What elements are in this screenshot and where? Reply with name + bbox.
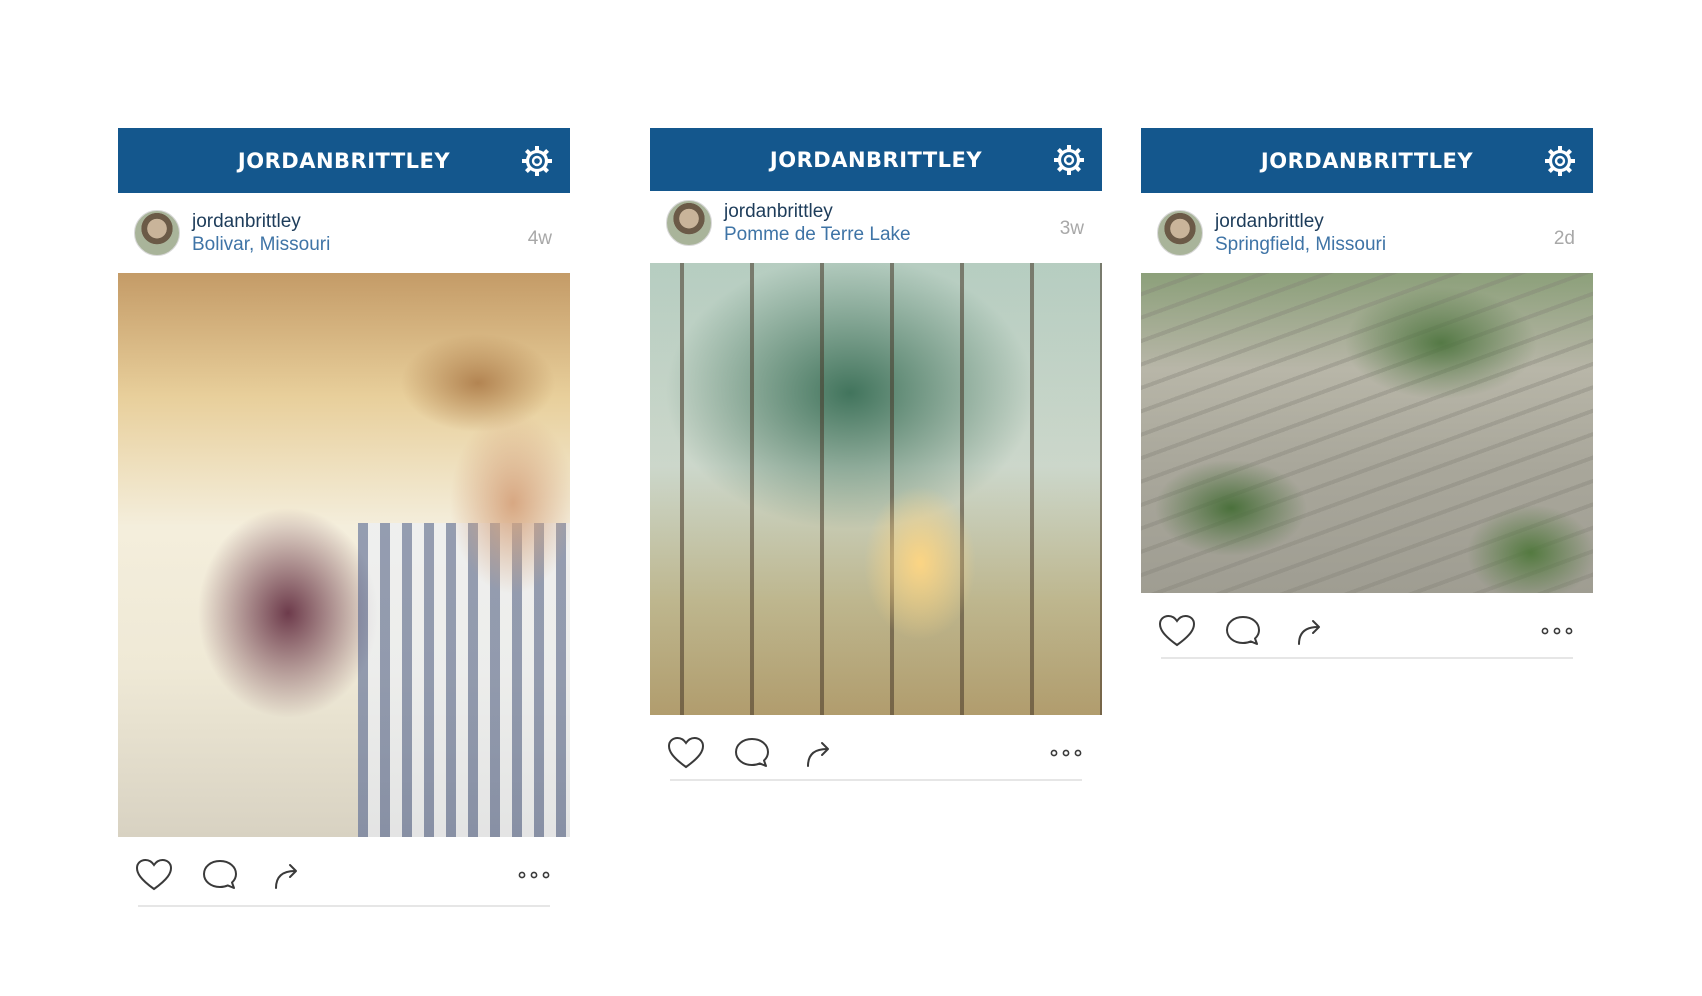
share-arrow-icon[interactable] — [1289, 613, 1329, 649]
divider — [138, 905, 550, 907]
comment-bubble-icon[interactable] — [732, 735, 772, 771]
profile-header-bar: JORDANBRITTLEY — [650, 128, 1102, 191]
avatar[interactable] — [134, 210, 180, 256]
post-timestamp: 2d — [1553, 228, 1575, 249]
post-username[interactable]: jordanbrittley — [1215, 211, 1324, 233]
post-header: jordanbrittley Pomme de Terre Lake 3w — [650, 191, 1102, 263]
more-dots-icon[interactable] — [514, 857, 554, 893]
post-timestamp: 4w — [527, 228, 552, 249]
heart-icon[interactable] — [1157, 613, 1197, 649]
gear-icon[interactable] — [1052, 143, 1086, 177]
heart-icon[interactable] — [666, 735, 706, 771]
post-actions — [118, 837, 570, 907]
gear-icon[interactable] — [1543, 144, 1577, 178]
divider — [670, 779, 1082, 781]
post-card: JORDANBRITTLEY jordanbrittley Bolivar, M… — [118, 128, 570, 907]
post-location[interactable]: Bolivar, Missouri — [192, 234, 330, 256]
more-dots-icon[interactable] — [1537, 613, 1577, 649]
post-username[interactable]: jordanbrittley — [724, 201, 833, 223]
share-arrow-icon[interactable] — [266, 857, 306, 893]
profile-header-bar: JORDANBRITTLEY — [118, 128, 570, 193]
post-actions — [1141, 593, 1593, 659]
post-location[interactable]: Pomme de Terre Lake — [724, 224, 911, 246]
comment-bubble-icon[interactable] — [1223, 613, 1263, 649]
profile-title: JORDANBRITTLEY — [769, 147, 983, 172]
post-card: JORDANBRITTLEY jordanbrittley Springfiel… — [1141, 128, 1593, 659]
post-photo[interactable] — [650, 263, 1102, 715]
divider — [1161, 657, 1573, 659]
heart-icon[interactable] — [134, 857, 174, 893]
post-timestamp: 3w — [1059, 218, 1084, 239]
post-location[interactable]: Springfield, Missouri — [1215, 234, 1386, 256]
post-header: jordanbrittley Bolivar, Missouri 4w — [118, 193, 570, 273]
more-dots-icon[interactable] — [1046, 735, 1086, 771]
post-actions — [650, 715, 1102, 781]
post-card: JORDANBRITTLEY jordanbrittley Pomme de T… — [650, 128, 1102, 781]
comment-bubble-icon[interactable] — [200, 857, 240, 893]
post-header: jordanbrittley Springfield, Missouri 2d — [1141, 193, 1593, 273]
post-photo[interactable] — [1141, 273, 1593, 593]
share-arrow-icon[interactable] — [798, 735, 838, 771]
profile-header-bar: JORDANBRITTLEY — [1141, 128, 1593, 193]
post-username[interactable]: jordanbrittley — [192, 211, 301, 233]
profile-title: JORDANBRITTLEY — [1260, 148, 1474, 173]
post-photo[interactable] — [118, 273, 570, 837]
gear-icon[interactable] — [520, 144, 554, 178]
profile-title: JORDANBRITTLEY — [237, 148, 451, 173]
avatar[interactable] — [666, 200, 712, 246]
avatar[interactable] — [1157, 210, 1203, 256]
